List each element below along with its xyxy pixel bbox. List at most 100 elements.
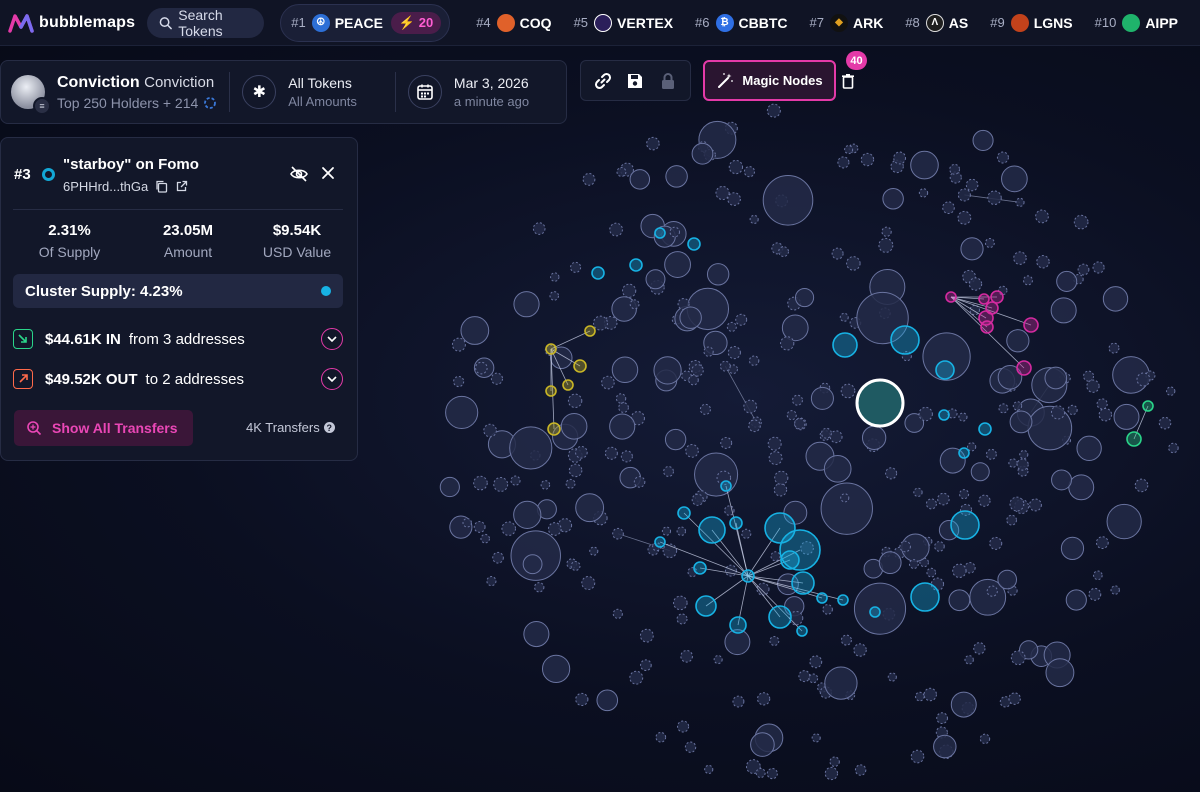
holder-bubble[interactable] [616, 167, 627, 177]
cluster-bubble[interactable] [978, 422, 992, 436]
holder-bubble[interactable] [567, 393, 583, 409]
holder-bubble[interactable] [532, 222, 546, 235]
holder-bubble[interactable] [462, 518, 472, 528]
holder-bubble[interactable] [570, 561, 581, 571]
date-display[interactable]: Mar 3, 2026 a minute ago [454, 75, 529, 109]
holder-bubble[interactable] [1113, 403, 1140, 430]
holder-bubble[interactable] [984, 238, 995, 248]
holder-bubble[interactable] [453, 375, 465, 388]
holder-bubble[interactable] [691, 493, 704, 506]
holder-bubble[interactable] [774, 470, 789, 485]
cluster-bubble[interactable] [791, 571, 815, 595]
holder-bubble[interactable] [480, 533, 490, 544]
date-picker-button[interactable] [407, 75, 442, 109]
holder-bubble[interactable] [1051, 469, 1072, 491]
holder-bubble[interactable] [1077, 263, 1090, 276]
holder-bubble[interactable] [778, 246, 789, 258]
holder-bubble[interactable] [1108, 342, 1120, 354]
magic-nodes-button[interactable]: Magic Nodes [703, 60, 836, 101]
cluster-supply-bar[interactable]: Cluster Supply: 4.23% [13, 274, 343, 308]
holder-bubble[interactable] [581, 576, 596, 591]
holder-bubble[interactable] [509, 426, 553, 470]
holder-bubble[interactable] [1095, 536, 1109, 550]
holder-bubble[interactable] [809, 655, 823, 669]
holder-bubble[interactable] [1168, 442, 1179, 454]
holder-bubble[interactable] [829, 430, 843, 444]
holder-bubble[interactable] [1050, 405, 1066, 420]
holder-bubble[interactable] [719, 360, 731, 372]
link-icon[interactable] [593, 71, 613, 91]
holder-bubble[interactable] [937, 492, 950, 506]
holder-bubble[interactable] [1083, 370, 1095, 382]
holder-bubble[interactable] [997, 569, 1018, 590]
holder-bubble[interactable] [1035, 209, 1049, 224]
cluster-bubble[interactable] [938, 409, 950, 421]
holder-bubble[interactable] [996, 151, 1009, 164]
holder-bubble[interactable] [810, 386, 834, 410]
holder-bubble[interactable] [998, 403, 1009, 414]
holder-bubble[interactable] [541, 654, 571, 683]
holder-bubble[interactable] [794, 418, 806, 430]
holder-bubble[interactable] [550, 272, 560, 282]
holder-bubble[interactable] [1134, 478, 1149, 493]
holder-bubble[interactable] [1001, 165, 1028, 193]
holder-bubble[interactable] [1006, 514, 1018, 526]
holder-bubble[interactable] [694, 452, 739, 497]
cluster-bubble[interactable] [935, 360, 955, 380]
holder-bubble[interactable] [669, 226, 680, 238]
holder-bubble[interactable] [854, 764, 867, 776]
holder-bubble[interactable] [831, 247, 844, 260]
holder-bubble[interactable] [534, 582, 545, 593]
holder-bubble[interactable] [547, 522, 562, 536]
holder-bubble[interactable] [829, 756, 840, 767]
holder-bubble[interactable] [820, 482, 873, 535]
close-icon[interactable] [320, 165, 336, 181]
holder-bubble[interactable] [582, 172, 596, 186]
cluster-bubble[interactable] [687, 237, 701, 251]
holder-bubble[interactable] [483, 423, 497, 438]
expand-inflow-button[interactable] [321, 328, 343, 350]
trending-token-cbbtc[interactable]: #6 ₿ CBBTC [695, 13, 788, 32]
holder-bubble[interactable] [604, 446, 618, 460]
cluster-bubble[interactable] [890, 325, 920, 355]
holder-bubble[interactable] [878, 237, 894, 253]
cluster-bubble[interactable] [584, 325, 596, 337]
copy-icon[interactable] [155, 180, 168, 193]
holder-bubble[interactable] [1076, 435, 1102, 462]
holder-bubble[interactable] [1012, 401, 1023, 411]
holder-bubble[interactable] [685, 444, 699, 458]
holder-bubble[interactable] [684, 741, 697, 753]
holder-bubble[interactable] [486, 576, 497, 587]
holder-bubble[interactable] [680, 649, 693, 663]
holder-bubble[interactable] [960, 237, 984, 261]
holder-bubble[interactable] [1068, 474, 1095, 501]
cluster-bubble[interactable] [958, 447, 970, 459]
selected-wallet-bubble[interactable] [855, 378, 905, 428]
holder-bubble[interactable] [1006, 329, 1030, 353]
holder-bubble[interactable] [973, 642, 986, 655]
logo[interactable]: bubblemaps [8, 13, 135, 33]
holder-bubble[interactable] [949, 163, 961, 175]
expand-outflow-button[interactable] [321, 368, 343, 390]
holder-bubble[interactable] [513, 291, 540, 318]
holder-bubble[interactable] [853, 582, 907, 635]
cluster-bubble[interactable] [693, 561, 707, 575]
holder-bubble[interactable] [767, 436, 782, 451]
holder-bubble[interactable] [1102, 286, 1129, 312]
holder-bubble[interactable] [957, 210, 972, 225]
holder-bubble[interactable] [609, 413, 636, 440]
external-link-icon[interactable] [175, 180, 188, 193]
holder-bubble[interactable] [1016, 458, 1029, 471]
holder-bubble[interactable] [629, 299, 640, 310]
holder-bubble[interactable] [1027, 405, 1073, 451]
holder-bubble[interactable] [979, 733, 991, 745]
cluster-bubble[interactable] [545, 385, 557, 397]
cluster-bubble[interactable] [1016, 360, 1032, 376]
holder-bubble[interactable] [1166, 386, 1176, 396]
holder-bubble[interactable] [934, 541, 945, 552]
holder-bubble[interactable] [844, 145, 854, 155]
holder-bubble[interactable] [676, 613, 688, 625]
holder-bubble[interactable] [1158, 416, 1172, 430]
holder-bubble[interactable] [985, 448, 997, 460]
holder-bubble[interactable] [926, 567, 937, 578]
